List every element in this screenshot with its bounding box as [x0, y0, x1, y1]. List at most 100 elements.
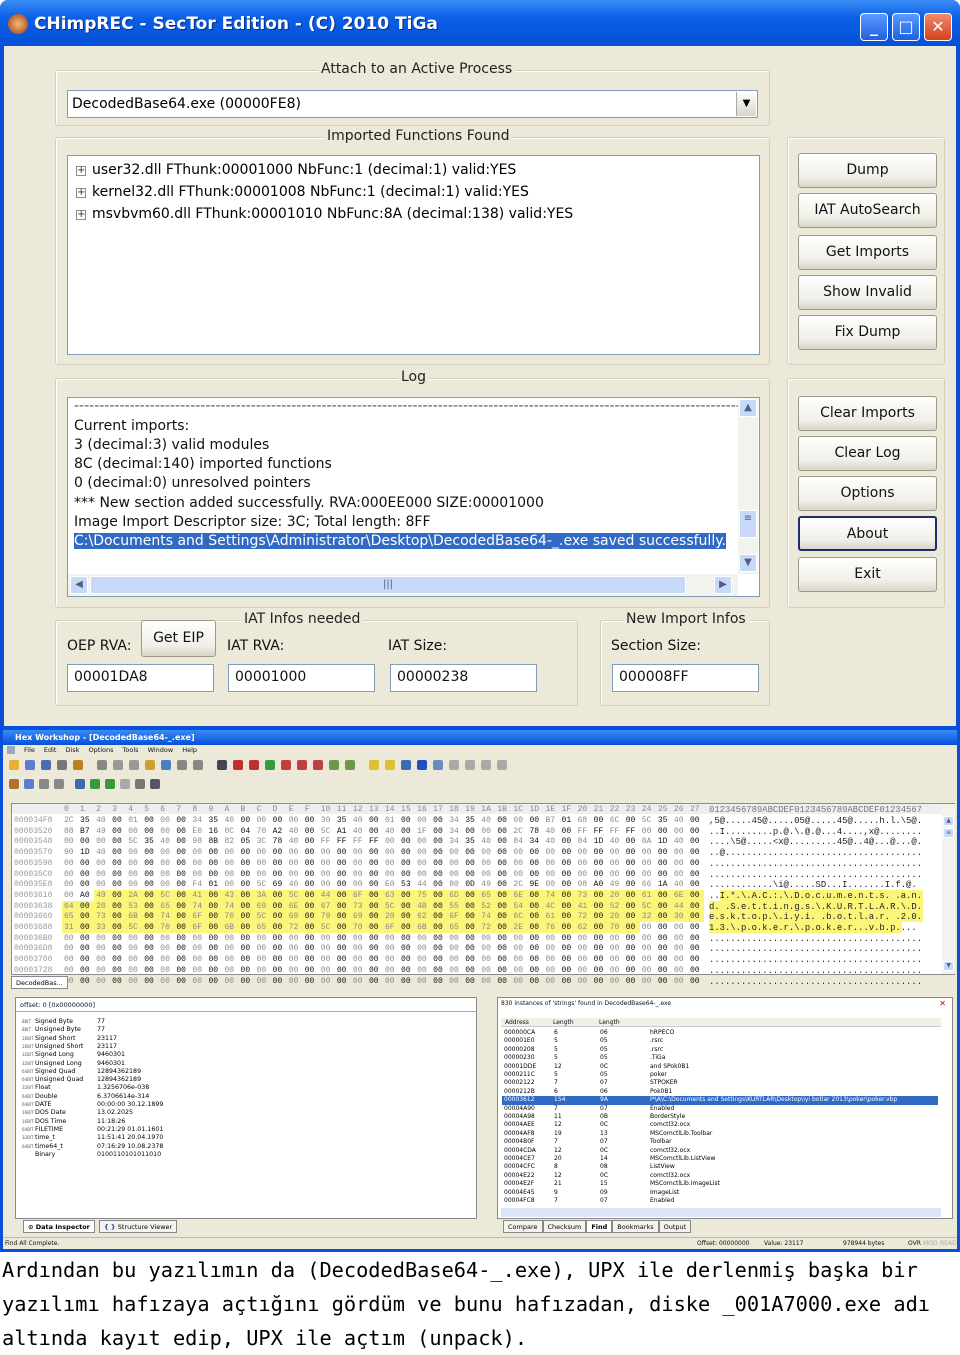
hex-byte[interactable]: 00 — [144, 955, 154, 964]
hex-byte[interactable]: 00 — [305, 966, 315, 975]
hex-byte[interactable]: 40 — [674, 880, 684, 889]
hex-byte[interactable]: 00 — [128, 955, 138, 964]
hex-byte[interactable]: 00 — [626, 912, 636, 921]
hex-byte[interactable]: 00 — [289, 859, 299, 868]
toolbar-button-icon[interactable] — [161, 760, 171, 770]
hex-byte[interactable]: 00 — [658, 977, 668, 986]
hex-byte[interactable]: FF — [337, 837, 347, 846]
hex-byte[interactable]: 40 — [289, 837, 299, 846]
hex-byte[interactable]: FF — [626, 827, 636, 836]
hex-byte[interactable]: 00 — [64, 955, 74, 964]
hex-byte[interactable]: 00 — [465, 902, 475, 911]
hex-byte[interactable]: 54 — [513, 902, 523, 911]
hex-byte[interactable]: 00 — [112, 880, 122, 889]
hex-byte[interactable]: 00 — [658, 848, 668, 857]
hex-byte[interactable]: 00 — [241, 966, 251, 975]
hex-byte[interactable]: 00 — [497, 923, 507, 932]
hex-byte[interactable]: 00 — [481, 934, 491, 943]
hex-byte[interactable]: 00 — [529, 944, 539, 953]
hex-byte[interactable]: 00 — [369, 827, 379, 836]
hex-byte[interactable]: 00 — [546, 859, 556, 868]
hex-byte[interactable]: 00 — [642, 966, 652, 975]
fix-dump-button[interactable]: Fix Dump — [798, 315, 937, 350]
hex-byte[interactable]: 00 — [369, 912, 379, 921]
hex-byte[interactable]: 34 — [449, 837, 459, 846]
hex-byte[interactable]: 00 — [417, 966, 427, 975]
hex-byte[interactable]: 35 — [80, 816, 90, 825]
find-result-row[interactable]: 0000211C 5 05 poker — [502, 1071, 938, 1079]
hex-byte[interactable]: 52 — [481, 902, 491, 911]
hex-byte[interactable]: 00 — [690, 966, 700, 975]
hex-byte[interactable]: 00 — [401, 912, 411, 921]
hex-byte[interactable]: 00 — [626, 977, 636, 986]
hex-byte[interactable]: 00 — [642, 923, 652, 932]
hex-byte[interactable]: 00 — [225, 848, 235, 857]
hex-byte[interactable]: 00 — [690, 859, 700, 868]
hex-byte[interactable]: 00 — [225, 934, 235, 943]
hex-byte[interactable]: 00 — [64, 870, 74, 879]
hex-byte[interactable]: 00 — [578, 955, 588, 964]
hex-byte[interactable]: 00 — [176, 848, 186, 857]
close-button[interactable]: ✕ — [924, 13, 952, 41]
hex-byte[interactable]: 5C — [385, 902, 395, 911]
hex-byte[interactable]: 00 — [433, 912, 443, 921]
log-line-selected[interactable]: C:\Documents and Settings\Administrator\… — [73, 532, 727, 550]
hex-byte[interactable]: 35 — [465, 837, 475, 846]
inspector-row[interactable]: 8BIT Signed Byte 77 — [22, 1018, 462, 1026]
hex-byte[interactable]: 00 — [321, 870, 331, 879]
hex-byte[interactable]: 00 — [305, 827, 315, 836]
hex-byte[interactable]: 00 — [160, 827, 170, 836]
scroll-thumb[interactable]: ≡ — [943, 828, 954, 838]
hex-byte[interactable]: 00 — [144, 923, 154, 932]
ascii-text[interactable]: ............\i@.....SD...I.......I.f.@. — [709, 880, 917, 890]
hex-byte[interactable]: 00 — [481, 859, 491, 868]
hex-byte[interactable]: 00 — [562, 934, 572, 943]
find-result-row[interactable]: 00004FC8 7 07 Enabled — [502, 1197, 938, 1205]
hex-byte[interactable]: 00 — [353, 848, 363, 857]
hex-byte[interactable]: 6F — [385, 923, 395, 932]
hex-byte[interactable]: 00 — [433, 902, 443, 911]
hex-byte[interactable]: FF — [321, 837, 331, 846]
toolbar-button-icon[interactable] — [497, 760, 507, 770]
hex-byte[interactable]: 63 — [385, 891, 395, 900]
hex-byte[interactable]: A0 — [80, 891, 90, 900]
toolbar-button-icon[interactable] — [41, 760, 51, 770]
hex-byte[interactable]: 00 — [578, 859, 588, 868]
hex-byte[interactable]: 00 — [305, 870, 315, 879]
clear-log-button[interactable]: Clear Log — [798, 436, 937, 471]
hex-byte[interactable]: A2 — [273, 827, 283, 836]
hex-byte[interactable]: 00 — [160, 816, 170, 825]
find-result-row[interactable]: 00004A98 11 0B BorderStyle — [502, 1113, 938, 1121]
hex-byte[interactable]: 00 — [465, 870, 475, 879]
hex-byte[interactable]: 00 — [465, 891, 475, 900]
hex-byte[interactable]: 00 — [610, 870, 620, 879]
ascii-text[interactable]: 1.3.\.p.o.k.e.r.\.p.o.k.e.r...v.b.p.... — [709, 923, 917, 933]
hex-byte[interactable]: 78 — [273, 837, 283, 846]
hex-byte[interactable]: 00 — [144, 891, 154, 900]
hex-byte[interactable]: 00 — [160, 977, 170, 986]
hex-byte[interactable]: 00 — [690, 837, 700, 846]
hex-byte[interactable]: 2A — [128, 891, 138, 900]
hex-byte[interactable]: 00 — [241, 923, 251, 932]
hex-byte[interactable]: 00 — [96, 966, 106, 975]
hex-byte[interactable]: 53 — [128, 902, 138, 911]
hex-byte[interactable]: 00 — [305, 955, 315, 964]
hex-byte[interactable]: 00 — [192, 944, 202, 953]
hex-byte[interactable]: 00 — [594, 848, 604, 857]
hex-byte[interactable]: 00 — [241, 891, 251, 900]
hex-byte[interactable]: 00 — [578, 848, 588, 857]
hex-byte[interactable]: 44 — [674, 902, 684, 911]
hex-byte[interactable]: 4C — [546, 902, 556, 911]
hex-byte[interactable]: 00 — [562, 977, 572, 986]
hex-byte[interactable]: 00 — [273, 934, 283, 943]
hex-byte[interactable]: 00 — [112, 902, 122, 911]
hex-byte[interactable]: 00 — [273, 955, 283, 964]
hex-byte[interactable]: 00 — [674, 859, 684, 868]
hex-byte[interactable]: 00 — [401, 955, 411, 964]
hex-byte[interactable]: 00 — [160, 870, 170, 879]
hex-byte[interactable]: 40 — [96, 816, 106, 825]
hex-byte[interactable]: 16 — [208, 827, 218, 836]
options-button[interactable]: Options — [798, 476, 937, 511]
hex-byte[interactable]: 41 — [578, 902, 588, 911]
hex-byte[interactable]: 00 — [626, 955, 636, 964]
